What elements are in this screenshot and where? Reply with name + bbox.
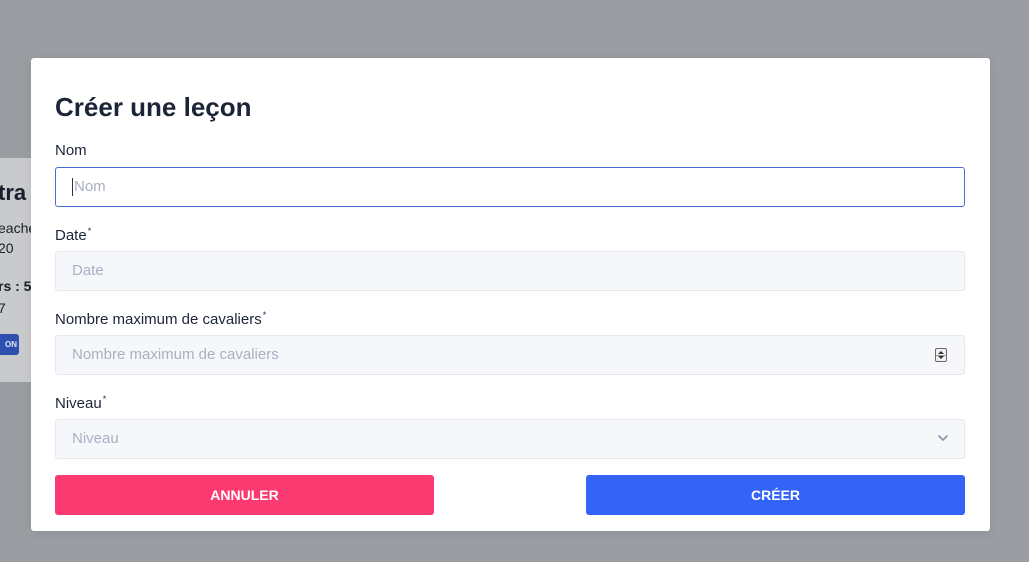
niveau-select[interactable]: Niveau [55,419,965,459]
max-cavaliers-input[interactable]: Nombre maximum de cavaliers [55,335,965,375]
max-cavaliers-placeholder: Nombre maximum de cavaliers [72,346,279,363]
required-asterisk: * [102,394,107,404]
required-asterisk: * [87,226,92,236]
date-input[interactable]: Date [55,251,965,291]
niveau-label-text: Niveau [55,395,102,412]
create-button[interactable]: CRÉER [586,475,965,515]
date-label-text: Date [55,227,87,244]
max-cavaliers-label-text: Nombre maximum de cavaliers [55,311,262,328]
background-card-text: 20 [0,240,14,256]
text-caret [72,178,73,197]
cancel-button[interactable]: ANNULER [55,475,434,515]
niveau-selected-value: Niveau [72,430,119,447]
nom-label: Nom [55,142,87,159]
nom-input[interactable]: Nom [55,167,965,207]
nom-placeholder: Nom [74,178,106,195]
background-card-text: rs : 5 [0,278,32,294]
spinner-arrows-icon[interactable] [935,348,947,362]
background-card-title: tra [0,180,27,205]
create-lesson-modal: Créer une leçon Nom Nom Date* Date Nombr… [31,58,990,531]
background-card-text: 7 [0,300,6,316]
background-card-button: ON [0,334,19,355]
date-placeholder: Date [72,262,104,279]
required-asterisk: * [262,310,267,320]
modal-title: Créer une leçon [55,92,252,122]
chevron-down-icon [938,435,948,441]
nom-label-text: Nom [55,142,87,159]
max-cavaliers-label: Nombre maximum de cavaliers* [55,310,266,328]
date-label: Date* [55,226,91,244]
niveau-label: Niveau* [55,394,106,412]
